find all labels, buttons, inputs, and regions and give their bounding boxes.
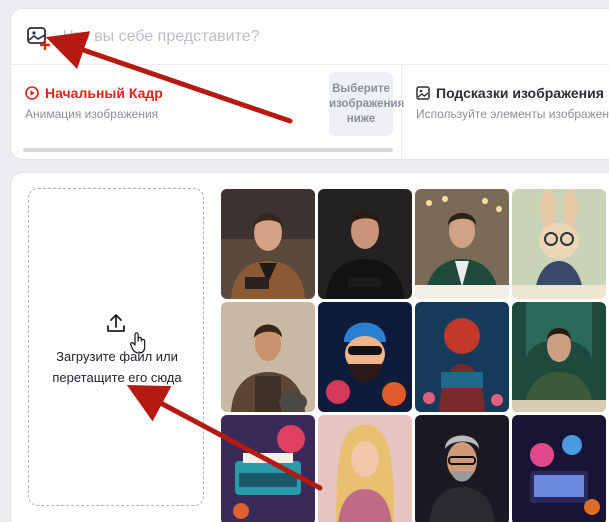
gallery-image[interactable]	[318, 415, 412, 522]
gallery-image[interactable]	[221, 415, 315, 522]
start-frame-slider[interactable]	[23, 148, 393, 152]
image-hints-section[interactable]: Подсказки изображения Используйте элемен…	[402, 65, 609, 159]
start-frame-title: Начальный Кадр	[25, 85, 163, 101]
gallery-image[interactable]	[415, 189, 509, 299]
gallery-image[interactable]	[415, 415, 509, 522]
image-icon	[416, 86, 430, 100]
upload-icon	[107, 314, 125, 332]
image-hints-title: Подсказки изображения	[416, 85, 604, 101]
gallery-image[interactable]	[221, 189, 315, 299]
prompt-card: Что вы себе представите? Начальный Кадр …	[10, 8, 609, 160]
upload-line-1: Загрузите файл или	[56, 349, 178, 364]
prompt-bar[interactable]: Что вы себе представите?	[11, 9, 609, 65]
gallery-image[interactable]	[512, 415, 606, 522]
image-hints-label: Подсказки изображения	[436, 85, 604, 101]
image-upload-icon[interactable]	[26, 25, 52, 51]
start-frame-label: Начальный Кадр	[45, 85, 163, 101]
upload-line-2: перетащите его сюда	[52, 370, 182, 385]
gallery-image[interactable]	[512, 189, 606, 299]
select-image-button[interactable]: Выберите изображения ниже	[329, 72, 404, 136]
start-frame-section[interactable]: Начальный Кадр Анимация изображения Выбе…	[11, 65, 404, 159]
gallery-card: Загрузите файл или перетащите его сюда	[10, 172, 609, 522]
gallery-image[interactable]	[318, 189, 412, 299]
play-circle-icon	[25, 86, 39, 100]
gallery-image[interactable]	[318, 302, 412, 412]
gallery-image[interactable]	[512, 302, 606, 412]
gallery-image[interactable]	[415, 302, 509, 412]
upload-dropzone[interactable]: Загрузите файл или перетащите его сюда	[28, 188, 204, 506]
upload-instructions: Загрузите файл или перетащите его сюда	[29, 346, 205, 388]
start-frame-subtitle: Анимация изображения	[25, 107, 159, 121]
gallery-image[interactable]	[221, 302, 315, 412]
image-hints-subtitle: Используйте элементы изображен	[416, 107, 609, 121]
prompt-input[interactable]: Что вы себе представите?	[63, 28, 260, 46]
